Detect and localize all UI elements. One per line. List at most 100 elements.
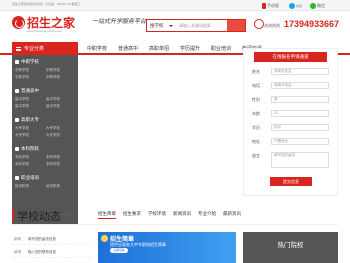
more-link[interactable]: MORE — [63, 212, 75, 217]
top-bar: 招生之家欢迎您的访问！今天是：2024-4-18 星期三 手机版 QQ 微信 — [0, 0, 350, 11]
list-item[interactable]: 新闻 填写您的留言信息 — [12, 234, 92, 245]
age-select[interactable]: 15 — [271, 110, 329, 117]
sidebar-item[interactable]: 中职学校 — [15, 68, 29, 73]
qq-link[interactable]: QQ — [289, 1, 302, 10]
tab-majors[interactable]: 专业介绍 — [198, 211, 216, 217]
promo-banner[interactable]: 招生简章 提供全面各大中专职校招生简章 立即查看 — [98, 232, 236, 263]
field-label: 学历 — [252, 125, 260, 130]
news-label: 新闻 — [14, 237, 21, 241]
phone-field[interactable]: 请填写电话 — [271, 82, 329, 89]
search-box: 搜学校 请输入关键词搜索 — [146, 19, 246, 32]
section-title: 学校动态 — [17, 211, 61, 223]
mobile-label: 手机版 — [267, 2, 279, 8]
menu-icon — [16, 46, 21, 51]
sidebar-group-training[interactable]: 职业培训 — [15, 175, 39, 181]
sidebar-group-highschool[interactable]: 普通高中 — [15, 88, 39, 94]
sidebar-item[interactable]: 培训机构 — [46, 184, 60, 189]
sidebar-group-university[interactable]: 本科院校 — [15, 146, 39, 152]
tab-news[interactable]: 新闻资讯 — [173, 211, 191, 217]
sidebar-item[interactable]: 中职学校 — [46, 75, 60, 80]
slogan: 一站式升学服务平台 — [92, 18, 147, 25]
sidebar-group-title: 普通高中 — [21, 88, 39, 93]
sidebar-item[interactable]: 本科学校 — [15, 162, 29, 167]
search-input[interactable]: 请输入关键词搜索 — [179, 23, 211, 29]
sidebar-group-title: 中职学校 — [21, 59, 39, 64]
list-item[interactable]: 新闻 输入您的联系信息 — [12, 247, 92, 258]
field-label: 留言 — [252, 153, 260, 158]
wechat-label: 微信 — [317, 2, 325, 8]
education-select[interactable]: 初中 — [271, 124, 329, 131]
sidebar-group-title: 本科院校 — [21, 146, 39, 151]
chevron-down-icon — [169, 25, 173, 27]
wechat-icon — [310, 2, 316, 9]
sidebar-item[interactable]: 培训机构 — [15, 184, 29, 189]
hotline-label: 咨询热线 — [264, 23, 280, 28]
address-field[interactable]: 户籍地址 — [271, 138, 329, 145]
search-scope-select[interactable]: 搜学校 — [150, 23, 164, 29]
hotline-number: 17394933667 — [284, 19, 340, 29]
field-label: 性别 — [252, 97, 260, 102]
sidebar-item[interactable]: 中职学校 — [15, 75, 29, 80]
nav-link-college[interactable]: 高职单招 — [149, 45, 169, 52]
banner-button[interactable]: 立即查看 — [110, 248, 128, 253]
welcome-text: 招生之家欢迎您的访问！今天是：2024-4-18 星期三 — [12, 2, 81, 6]
sidebar-item[interactable]: 大专学校 — [46, 133, 60, 138]
search-button[interactable] — [227, 20, 245, 31]
tab-environment[interactable]: 学校环境 — [148, 211, 166, 217]
tab-latest[interactable]: 最新资讯 — [223, 211, 241, 217]
gender-select[interactable]: 男 — [271, 96, 329, 103]
sidebar-item[interactable]: 高中学校 — [46, 97, 60, 102]
badge-icon — [101, 235, 108, 242]
book-icon — [15, 89, 19, 93]
sidebar-group-title: 职业培训 — [21, 175, 39, 180]
nav-link-highschool[interactable]: 普通高中 — [118, 45, 138, 52]
qq-icon — [289, 2, 295, 9]
qq-label: QQ — [296, 3, 303, 8]
sidebar-item[interactable]: 本科学校 — [46, 162, 60, 167]
sidebar-item[interactable]: 本科学校 — [46, 155, 60, 160]
sidebar-item[interactable]: 中职学校 — [46, 68, 60, 73]
field-label: 电话 — [252, 83, 260, 88]
category-sidebar: 中职学校 中职学校 中职学校 中职学校 中职学校 普通高中 高中学校 高中学校 … — [12, 55, 78, 225]
tab-admissions[interactable]: 招生简章 — [98, 211, 116, 219]
tab-requirements[interactable]: 招生要求 — [123, 211, 141, 217]
building-icon — [15, 118, 19, 122]
sidebar-item[interactable]: 大专学校 — [15, 126, 29, 131]
news-label: 新闻 — [14, 250, 21, 254]
training-icon — [15, 176, 19, 180]
phone-icon — [262, 2, 266, 9]
nav-link-degree[interactable]: 学历提升 — [180, 45, 200, 52]
field-label: 地址 — [252, 139, 260, 144]
logo-icon[interactable] — [12, 16, 25, 29]
hot-schools-title: 热门院校 — [277, 242, 304, 249]
sidebar-item[interactable]: 高中学校 — [15, 104, 29, 109]
mobile-link[interactable]: 手机版 — [262, 1, 279, 10]
sidebar-item[interactable]: 大专学校 — [46, 126, 60, 131]
sidebar-group-title: 高职大专 — [21, 117, 39, 122]
sidebar-item[interactable]: 大专学校 — [15, 133, 29, 138]
sidebar-group-college[interactable]: 高职大专 — [15, 117, 39, 123]
sidebar-group-vocational[interactable]: 中职学校 — [15, 59, 39, 65]
nav-link-training[interactable]: 职业培训 — [211, 45, 231, 52]
sidebar-item[interactable]: 高中学校 — [15, 97, 29, 102]
field-label: 姓名 — [252, 69, 260, 74]
sidebar-item[interactable]: 本科学校 — [15, 155, 29, 160]
signup-form: 在线报名申请通道 姓名 请填写姓名 电话 请填写电话 性别 男 年龄 15 学历… — [243, 48, 338, 196]
hot-schools-panel: 热门院校 — [243, 232, 338, 263]
form-title: 在线报名申请通道 — [254, 52, 327, 62]
submit-button[interactable]: 提交信息 — [270, 177, 312, 186]
wechat-link[interactable]: 微信 — [310, 1, 325, 10]
section-accent — [12, 209, 14, 221]
field-label: 年龄 — [252, 111, 260, 116]
nav-link-vocational[interactable]: 中职学校 — [87, 45, 107, 52]
cap-icon — [15, 147, 19, 151]
hotline-phone-icon — [254, 19, 264, 29]
category-menu-button[interactable]: 专业分类 — [12, 42, 78, 55]
sidebar-item[interactable]: 高中学校 — [46, 104, 60, 109]
category-label: 专业分类 — [24, 46, 45, 52]
school-icon — [15, 60, 19, 64]
news-text: 输入您的联系信息 — [28, 250, 56, 254]
section-divider — [12, 224, 338, 225]
name-field[interactable]: 请填写姓名 — [271, 68, 329, 75]
message-field[interactable]: 填写您的留言 — [271, 152, 329, 168]
